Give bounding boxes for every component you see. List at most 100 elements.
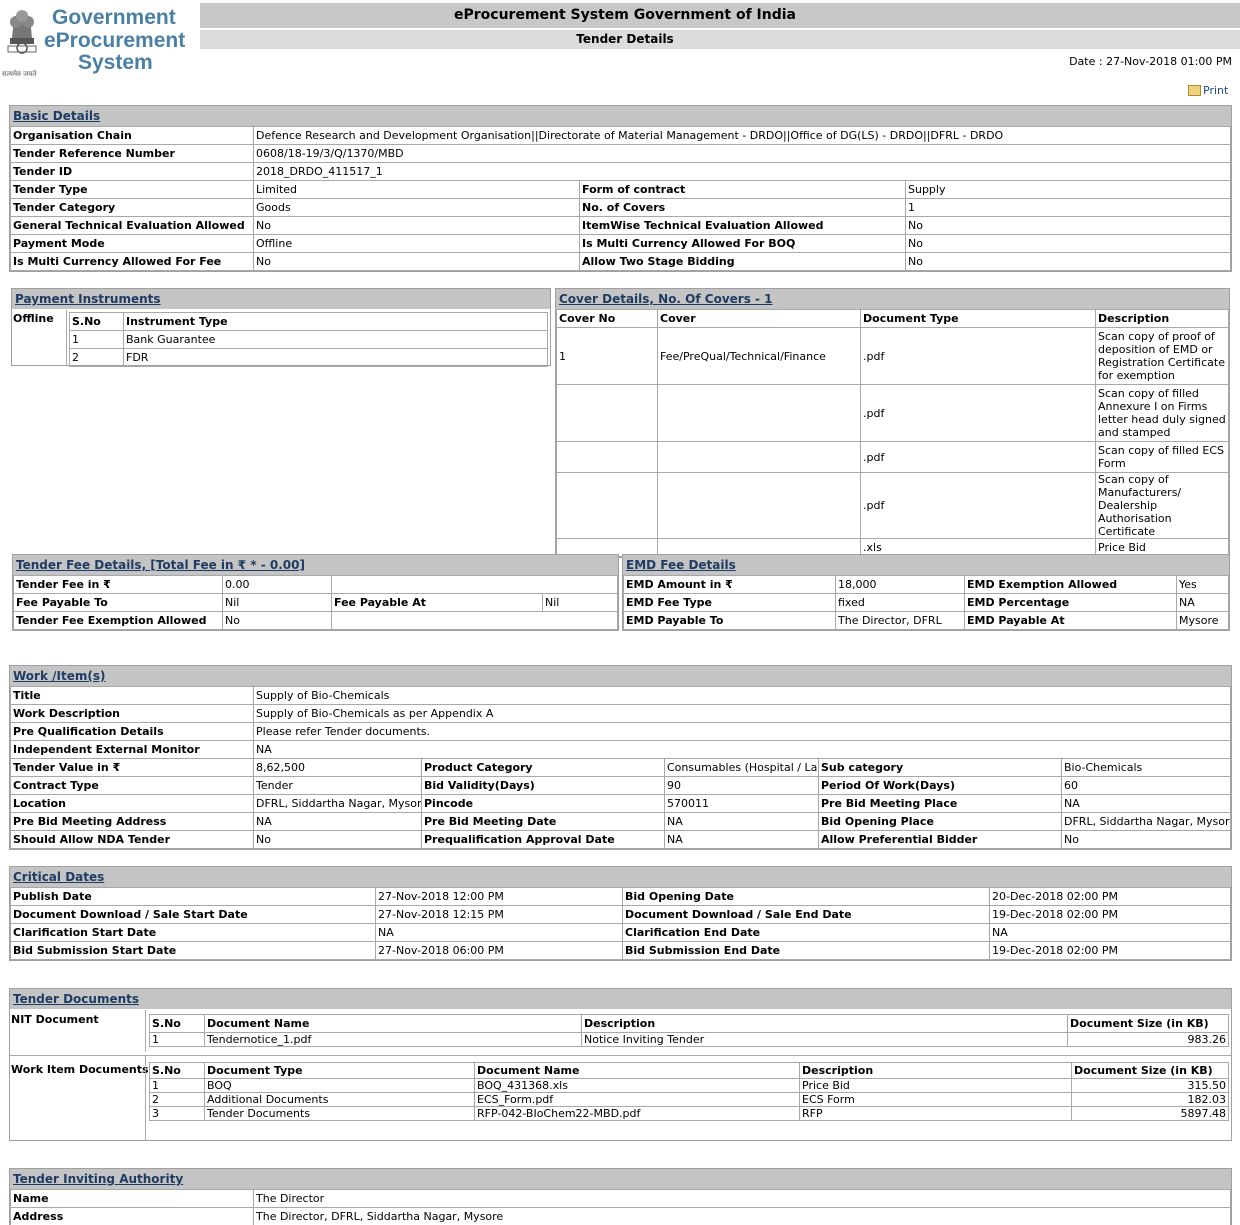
label: No. of Covers [579,198,906,217]
value: Offline [253,234,580,253]
table-row: Document Download / Sale Start Date 27-No… [10,905,1231,924]
value: No [1061,830,1231,849]
column-header: Cover [657,309,861,328]
document-name-link[interactable]: RFP-042-BIoChem22-MBD.pdf [474,1106,800,1121]
section-title: Work /Item(s) [10,666,1231,686]
column-header: Document Name [204,1014,582,1033]
table-row: EMD Fee Type fixed EMD Percentage NA [623,593,1229,612]
column-header: Document Type [860,309,1096,328]
label: Period Of Work(Days) [818,776,1062,795]
value: No [253,830,422,849]
label: EMD Exemption Allowed [964,575,1177,594]
cover-name [657,441,861,473]
cover-no [556,472,658,539]
sno: 1 [149,1032,205,1047]
label: Clarification End Date [622,923,990,942]
table-row: Location DFRL, Siddartha Nagar, Mysore Pin… [10,794,1231,813]
value: Supply of Bio-Chemicals as per Appendix … [253,704,1231,723]
instrument-type: Bank Guarantee [123,330,548,349]
table-row: Tender Fee Exemption Allowed No [13,611,618,630]
table-row: .pdf Scan copy of filled ECS Form [556,441,1229,473]
document-name-link[interactable]: Tendernotice_1.pdf [204,1032,582,1047]
value: NA [1176,593,1229,612]
column-header: Cover No [556,309,658,328]
cover-no: 1 [556,327,658,385]
value: Bio-Chemicals [1061,758,1231,777]
table-header-row: S.No Document Type Document Name Descriptio… [149,1062,1229,1079]
column-header: Instrument Type [123,312,548,331]
label: Location [10,794,254,813]
section-title: Tender Inviting Authority [10,1169,1231,1189]
column-header: Description [799,1062,1072,1079]
value: 90 [664,776,819,795]
table-row: 1 BOQ BOQ_431368.xls Price Bid 315.50 [149,1078,1229,1093]
national-emblem-icon [7,10,37,54]
label: ItemWise Technical Evaluation Allowed [579,216,906,235]
work-items-section: Work /Item(s) Title Supply of Bio-Chemica… [9,665,1232,850]
logo-line-1: Government [52,6,176,29]
label: Bid Submission End Date [622,941,990,960]
column-header: S.No [69,312,124,331]
label: Bid Opening Date [622,887,990,906]
work-items-table: Title Supply of Bio-Chemicals Work Descri… [10,686,1231,849]
label: Is Multi Currency Allowed For Fee [10,252,254,271]
value: Supply [905,180,1231,199]
table-row: 2 FDR [69,348,548,367]
label: Tender Type [10,180,254,199]
label: Tender Value in ₹ [10,758,254,777]
description: Scan copy of proof of deposition of EMD … [1095,327,1229,385]
critical-dates-table: Publish Date 27-Nov-2018 12:00 PM Bid Open… [10,887,1231,960]
value: Limited [253,180,580,199]
tender-documents-section: Tender Documents NIT Document S.No Docume… [9,988,1232,1141]
label: Independent External Monitor [10,740,254,759]
table-row: Clarification Start Date NA Clarification … [10,923,1231,942]
description: ECS Form [799,1092,1072,1107]
table-row: .pdf Scan copy of Manufacturers/ Dealersh… [556,472,1229,539]
section-title: Critical Dates [10,867,1231,887]
value: NA [1061,794,1231,813]
document-name-link[interactable]: BOQ_431368.xls [474,1078,800,1093]
label: Contract Type [10,776,254,795]
cover-details-table: Cover No Cover Document Type Description 1F… [556,309,1229,557]
value: 27-Nov-2018 12:00 PM [375,887,623,906]
label: Is Multi Currency Allowed For BOQ [579,234,906,253]
document-name-link[interactable]: ECS_Form.pdf [474,1092,800,1107]
value: No [905,252,1231,271]
value: No [222,611,332,630]
table-row: Tender ID 2018_DRDO_411517_1 [10,162,1231,181]
description: Scan copy of filled Annexure I on Firms … [1095,384,1229,442]
table-row: 1 Bank Guarantee [69,330,548,349]
value: 19-Dec-2018 02:00 PM [989,941,1231,960]
document-type: BOQ [204,1078,475,1093]
basic-details-table: Organisation Chain Defence Research and D… [10,126,1231,271]
cover-no [556,384,658,442]
table-row: Fee Payable To Nil Fee Payable At Nil [13,593,618,612]
table-row: General Technical Evaluation Allowed No It… [10,216,1231,235]
value: The Director, DFRL, Siddartha Nagar, Mys… [253,1207,1231,1225]
instrument-table-wrap: S.No Instrument Type 1 Bank Guarantee 2 FDR [66,310,550,367]
work-item-documents-table: S.No Document Type Document Name Descriptio… [149,1062,1229,1121]
table-header-row: S.No Document Name Description Document Siz… [149,1014,1229,1033]
label: Payment Mode [10,234,254,253]
work-docs-table-wrap: S.No Document Type Document Name Descriptio… [145,1056,1231,1140]
tender-fee-section: Tender Fee Details, [Total Fee in ₹ * - … [12,554,619,631]
cover-name [657,384,861,442]
current-date: Date : 27-Nov-2018 01:00 PM [1069,55,1232,68]
description: Price Bid [799,1078,1072,1093]
table-row: Publish Date 27-Nov-2018 12:00 PM Bid Open… [10,887,1231,906]
column-header: Document Size (in KB) [1071,1062,1229,1079]
value: 8,62,500 [253,758,422,777]
document-type: .pdf [860,327,1096,385]
print-link[interactable]: Print [1188,84,1228,97]
document-type: .pdf [860,472,1096,539]
label: Pincode [421,794,665,813]
value: 0.00 [222,575,332,594]
table-row: Tender Value in ₹8,62,500 Product Categor… [10,758,1231,777]
value: 27-Nov-2018 06:00 PM [375,941,623,960]
table-header-row: S.No Instrument Type [69,312,548,331]
document-type: Tender Documents [204,1106,475,1121]
description: Scan copy of Manufacturers/ Dealership A… [1095,472,1229,539]
table-row: Should Allow NDA Tender No Prequalificatio… [10,830,1231,849]
label: Form of contract [579,180,906,199]
value: 570011 [664,794,819,813]
